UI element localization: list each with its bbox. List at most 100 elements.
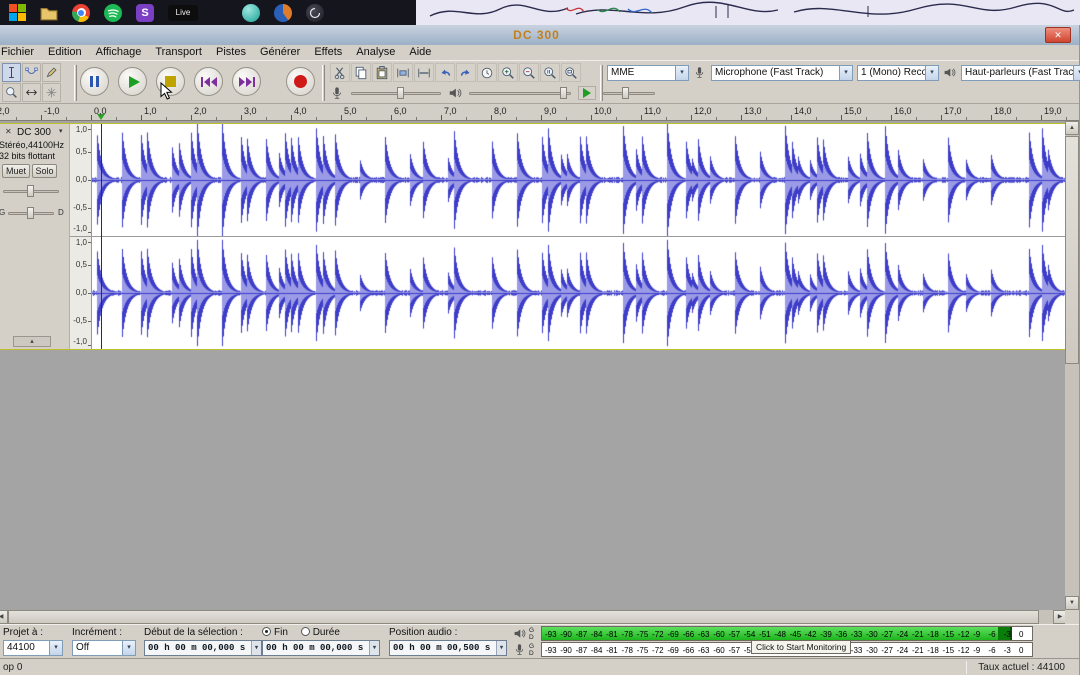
copy-button[interactable] bbox=[351, 63, 371, 82]
zoom-tool-button[interactable] bbox=[2, 83, 21, 102]
spotify-icon[interactable] bbox=[104, 4, 122, 22]
menu-item-effets[interactable]: Effets bbox=[307, 45, 349, 60]
audio-position-field[interactable]: 00 h 00 m 00,500 s ▾ bbox=[389, 640, 507, 656]
obs-icon[interactable] bbox=[306, 4, 324, 22]
chevron-down-icon[interactable]: ▾ bbox=[251, 641, 261, 655]
scroll-up-icon[interactable]: ▲ bbox=[1065, 121, 1079, 135]
chrome-icon[interactable] bbox=[72, 4, 90, 22]
hscroll-thumb[interactable] bbox=[8, 610, 1039, 624]
windows-start-icon[interactable] bbox=[8, 4, 26, 22]
zoom-in-button[interactable] bbox=[498, 63, 518, 82]
browser-app-icon[interactable] bbox=[274, 4, 292, 22]
slider-thumb[interactable] bbox=[560, 87, 567, 99]
recording-volume-slider[interactable] bbox=[351, 86, 441, 100]
record-button[interactable] bbox=[286, 67, 315, 96]
gain-slider[interactable] bbox=[3, 184, 59, 198]
menu-item-affichage[interactable]: Affichage bbox=[89, 45, 149, 60]
pan-slider[interactable] bbox=[8, 206, 54, 220]
track-collapse-button[interactable]: ▴ bbox=[13, 336, 51, 347]
track-menu-icon[interactable]: ▾ bbox=[59, 127, 63, 135]
time-shift-tool-button[interactable] bbox=[22, 83, 41, 102]
menu-item-analyse[interactable]: Analyse bbox=[349, 45, 402, 60]
silence-button[interactable] bbox=[414, 63, 434, 82]
zoom-selection-button[interactable] bbox=[540, 63, 560, 82]
envelope-tool-button[interactable] bbox=[22, 63, 41, 82]
waveform-channel-right[interactable] bbox=[92, 237, 1067, 349]
file-explorer-icon[interactable] bbox=[40, 4, 58, 22]
slider-thumb[interactable] bbox=[27, 185, 34, 197]
pause-button[interactable] bbox=[80, 67, 109, 96]
playback-volume-slider[interactable] bbox=[469, 86, 571, 100]
chevron-down-icon[interactable]: ▾ bbox=[1073, 66, 1080, 80]
recording-channels-select[interactable]: 1 (Mono) Recordin ▾ bbox=[857, 65, 939, 81]
microphone-icon[interactable] bbox=[513, 643, 527, 657]
vertical-scrollbar[interactable]: ▲ ▼ bbox=[1065, 121, 1079, 610]
chevron-down-icon[interactable]: ▾ bbox=[122, 641, 135, 655]
track-name[interactable]: DC 300 bbox=[17, 127, 51, 138]
titlebar[interactable]: DC 300 ✕ bbox=[0, 25, 1079, 45]
play-at-speed-button[interactable] bbox=[578, 86, 596, 100]
chevron-down-icon[interactable]: ▾ bbox=[369, 641, 379, 655]
duration-radio[interactable] bbox=[301, 627, 310, 636]
menu-item-transport[interactable]: Transport bbox=[148, 45, 209, 60]
close-button[interactable]: ✕ bbox=[1045, 27, 1071, 43]
audio-host-select[interactable]: MME ▾ bbox=[607, 65, 689, 81]
scroll-left-icon[interactable]: ◀ bbox=[0, 610, 8, 624]
solo-button[interactable]: Solo bbox=[32, 164, 57, 178]
play-button[interactable] bbox=[118, 67, 147, 96]
chevron-down-icon[interactable]: ▾ bbox=[839, 66, 852, 80]
ableton-live-icon[interactable]: Live bbox=[168, 5, 198, 21]
play-speed-slider[interactable] bbox=[603, 86, 655, 100]
meter-db-label: -66 bbox=[683, 630, 695, 639]
horizontal-scrollbar[interactable]: ◀ ▶ bbox=[0, 610, 1067, 624]
mute-button[interactable]: Muet bbox=[2, 164, 30, 178]
audio-track[interactable]: ✕ DC 300 ▾ Stéréo,44100Hz 32 bits flotta… bbox=[0, 123, 1066, 350]
slider-thumb[interactable] bbox=[397, 87, 404, 99]
toolbar-grip[interactable] bbox=[322, 65, 325, 101]
paste-button[interactable] bbox=[372, 63, 392, 82]
toolbar-grip[interactable] bbox=[74, 65, 77, 101]
project-rate-select[interactable]: 44100 ▾ bbox=[3, 640, 63, 656]
timeline-ruler[interactable]: -2,0-1,00,01,02,03,04,05,06,07,08,09,010… bbox=[0, 104, 1079, 121]
serato-icon[interactable]: S bbox=[136, 4, 154, 22]
playback-device-select[interactable]: Haut-parleurs (Fast Track) ▾ bbox=[961, 65, 1080, 81]
meter-db-label: -69 bbox=[667, 646, 679, 655]
vscroll-thumb[interactable] bbox=[1065, 136, 1079, 364]
cut-button[interactable] bbox=[330, 63, 350, 82]
media-app-icon[interactable] bbox=[242, 4, 260, 22]
menu-item-aide[interactable]: Aide bbox=[402, 45, 438, 60]
sync-lock-button[interactable] bbox=[477, 63, 497, 82]
selection-start-field[interactable]: 00 h 00 m 00,000 s ▾ bbox=[144, 640, 262, 656]
recording-device-select[interactable]: Microphone (Fast Track) ▾ bbox=[711, 65, 853, 81]
slider-thumb[interactable] bbox=[27, 207, 34, 219]
chevron-down-icon[interactable]: ▾ bbox=[925, 66, 938, 80]
end-radio[interactable] bbox=[262, 627, 271, 636]
draw-tool-button[interactable] bbox=[42, 63, 61, 82]
selection-tool-button[interactable] bbox=[2, 63, 21, 82]
selection-end-field[interactable]: 00 h 00 m 00,000 s ▾ bbox=[262, 640, 380, 656]
zoom-out-button[interactable] bbox=[519, 63, 539, 82]
scroll-down-icon[interactable]: ▼ bbox=[1065, 596, 1079, 610]
chevron-down-icon[interactable]: ▾ bbox=[675, 66, 688, 80]
menu-item-pistes[interactable]: Pistes bbox=[209, 45, 253, 60]
menu-item-edition[interactable]: Edition bbox=[41, 45, 89, 60]
trim-button[interactable] bbox=[393, 63, 413, 82]
track-area[interactable]: ✕ DC 300 ▾ Stéréo,44100Hz 32 bits flotta… bbox=[0, 121, 1067, 610]
menu-item-fichier[interactable]: Fichier bbox=[0, 45, 41, 60]
menu-item-ge-ne-rer[interactable]: Générer bbox=[253, 45, 307, 60]
speaker-icon[interactable] bbox=[513, 627, 527, 641]
undo-button[interactable] bbox=[435, 63, 455, 82]
playback-meter[interactable]: -93-90-87-84-81-78-75-72-69-66-63-60-57-… bbox=[541, 626, 1033, 641]
redo-button[interactable] bbox=[456, 63, 476, 82]
multi-tool-button[interactable] bbox=[42, 83, 61, 102]
skip-end-button[interactable] bbox=[232, 67, 261, 96]
snap-select[interactable]: Off ▾ bbox=[72, 640, 136, 656]
chevron-down-icon[interactable]: ▾ bbox=[496, 641, 506, 655]
waveform-channel-left[interactable] bbox=[92, 124, 1067, 236]
scale-label: 1,0 bbox=[76, 238, 87, 247]
skip-start-button[interactable] bbox=[194, 67, 223, 96]
track-close-button[interactable]: ✕ bbox=[5, 127, 12, 136]
zoom-fit-button[interactable] bbox=[561, 63, 581, 82]
slider-thumb[interactable] bbox=[622, 87, 629, 99]
chevron-down-icon[interactable]: ▾ bbox=[49, 641, 62, 655]
